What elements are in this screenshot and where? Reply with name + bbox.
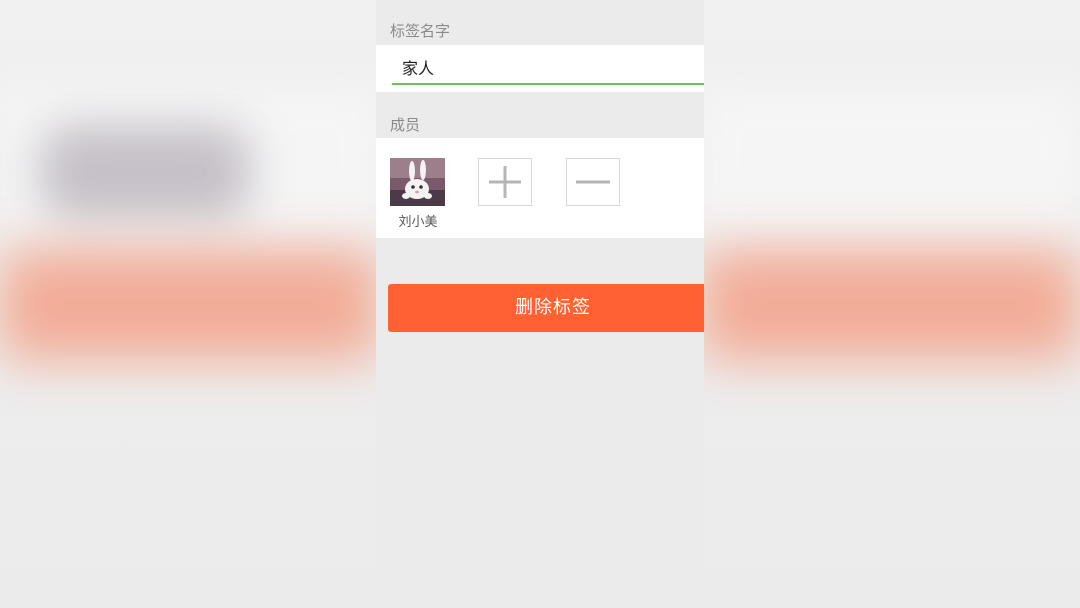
- add-member-button[interactable]: [478, 158, 532, 206]
- delete-tag-button[interactable]: 删除标签: [388, 284, 704, 332]
- blurred-button-band-right: [700, 250, 1080, 360]
- blurred-button-band-left: [0, 250, 380, 360]
- minus-icon: [576, 180, 610, 184]
- edit-tag-screen: 标签名字 成员 刘小美: [376, 0, 704, 608]
- white-rabbit-avatar-icon: [390, 158, 445, 206]
- member-name: 刘小美: [398, 215, 438, 230]
- members-panel: 刘小美: [376, 138, 704, 238]
- tag-name-field-container: [376, 45, 704, 92]
- tag-name-input[interactable]: [392, 51, 704, 85]
- blur-region-right: [700, 90, 1080, 240]
- plus-icon: [489, 166, 521, 198]
- members-label: 成员: [390, 116, 421, 134]
- remove-member-button[interactable]: [566, 158, 620, 206]
- blurred-avatar-shape: [40, 125, 250, 220]
- member-item[interactable]: 刘小美: [390, 158, 446, 230]
- tag-name-label: 标签名字: [390, 22, 451, 40]
